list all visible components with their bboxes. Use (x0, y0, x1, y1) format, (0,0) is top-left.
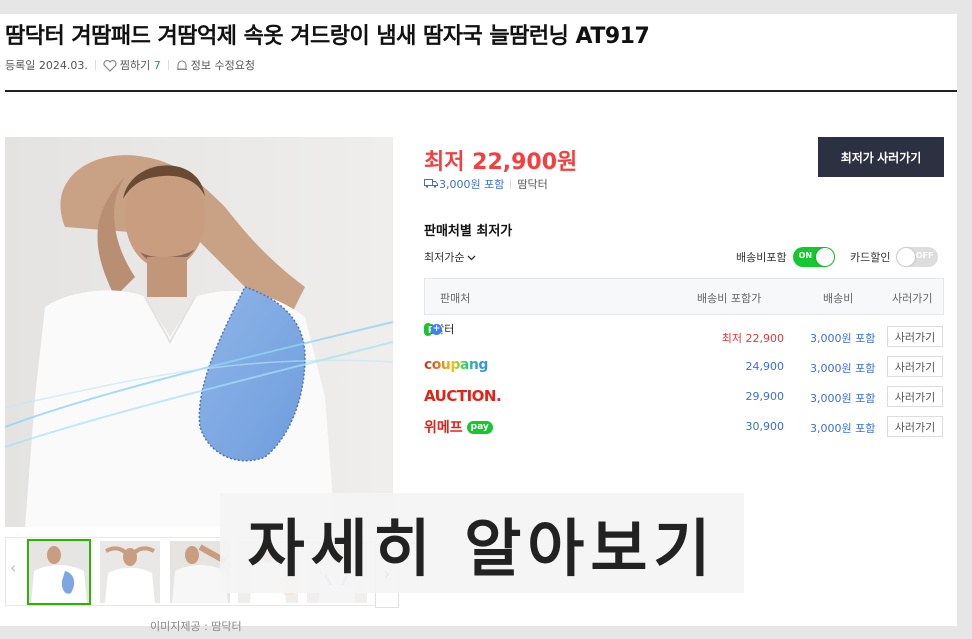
registered-date: 등록일 2024.03. (5, 59, 88, 72)
toggle-knob (897, 248, 916, 266)
page-margin (957, 0, 972, 639)
divider (510, 179, 512, 189)
thumbnail-1[interactable] (27, 539, 91, 605)
seller-table-header: 판매처 배송비 포함가 배송비 사러가기 (424, 278, 944, 315)
pay-label: pay (470, 422, 489, 432)
column-shipping: 배송비 (823, 292, 854, 305)
shipping-fee: 3,000원 포함 (439, 178, 505, 191)
wishlist-count: 7 (153, 59, 161, 72)
plus-icon: + (431, 323, 442, 335)
report-label: 정보 수정요청 (190, 59, 255, 72)
wishlist-button[interactable]: 찜하기 7 (103, 57, 161, 73)
seller-name: 위메프 (424, 420, 463, 436)
learn-more-overlay[interactable]: 자세히 알아보기 (220, 493, 744, 593)
divider (94, 60, 96, 70)
thumbnail-image (29, 541, 89, 603)
row-shipping: 3,000원 포함 (810, 422, 876, 435)
table-row: AUCTION. 29,900 3,000원 포함 사러가기 (424, 386, 944, 408)
column-seller: 판매처 (440, 292, 471, 305)
row-buy-button[interactable]: 사러가기 (887, 326, 943, 347)
row-price: 24,900 (745, 360, 785, 373)
shipping-toggle-label: 배송비포함 (736, 251, 787, 264)
column-price: 배송비 포함가 (697, 292, 762, 305)
lowest-price: 최저 22,900원 (424, 150, 578, 175)
product-photo (5, 137, 393, 527)
shipping-info: 3,000원 포함 땀닥터 (424, 176, 548, 192)
buy-lowest-button[interactable]: 최저가 사러가기 (818, 137, 944, 177)
image-credit: 이미지제공 : 땀닥터 (150, 620, 242, 633)
shipping-toggle-group: 배송비포함 ON (736, 247, 835, 267)
truck-icon (424, 178, 438, 191)
shipping-included-toggle[interactable]: ON (792, 247, 835, 267)
bell-icon (176, 60, 187, 71)
seller-logo-wemakeprice[interactable]: 위메프 pay (424, 417, 493, 437)
sort-dropdown[interactable]: 최저가순 (424, 249, 476, 265)
row-shipping: 3,000원 포함 (810, 332, 876, 345)
row-price: 29,900 (745, 390, 785, 403)
table-row: coupang 24,900 3,000원 포함 사러가기 (424, 356, 944, 378)
report-button[interactable]: 정보 수정요청 (176, 57, 255, 73)
seller-logo-auction[interactable]: AUCTION. (424, 387, 502, 405)
seller-section-title: 판매처별 최저가 (424, 224, 513, 239)
page: 땀닥터 겨땀패드 겨땀억제 속옷 겨드랑이 냄새 땀자국 늘땀런닝 AT917 … (0, 0, 972, 639)
toggle-state: OFF (915, 251, 934, 260)
card-toggle-group: 카드할인 OFF (850, 247, 939, 267)
naver-pay-badge: pay+ (424, 322, 446, 336)
column-buy: 사러가기 (892, 292, 933, 305)
product-main-image[interactable] (5, 137, 393, 527)
row-buy-button[interactable]: 사러가기 (887, 356, 943, 377)
wishlist-label: 찜하기 (119, 59, 151, 72)
card-toggle-label: 카드할인 (850, 251, 891, 264)
chevron-down-icon (467, 251, 476, 264)
product-title: 땀닥터 겨땀패드 겨땀억제 속옷 겨드랑이 냄새 땀자국 늘땀런닝 AT917 (5, 24, 650, 49)
seller-name: coupang (424, 357, 488, 373)
row-price: 30,900 (745, 420, 785, 433)
table-row: 위메프 pay 30,900 3,000원 포함 사러가기 (424, 416, 944, 438)
row-price: 최저 22,900 (721, 332, 784, 345)
thumbnail-image (100, 541, 160, 603)
seller-name: AUCTION. (424, 387, 502, 405)
header-divider (5, 90, 972, 92)
learn-more-text: 자세히 알아보기 (247, 512, 717, 585)
row-shipping: 3,000원 포함 (810, 392, 876, 405)
seller-logo-coupang[interactable]: coupang (424, 357, 488, 373)
thumbnail-2[interactable] (100, 541, 160, 603)
naver-pay-badge: pay (466, 420, 493, 434)
table-row: 땀닥터 pay+ 최저 22,900 3,000원 포함 사러가기 (424, 322, 944, 348)
row-shipping: 3,000원 포함 (810, 362, 876, 375)
row-buy-button[interactable]: 사러가기 (887, 416, 943, 437)
thumbnail-prev-icon[interactable]: ‹ (10, 558, 16, 577)
card-discount-toggle[interactable]: OFF (896, 247, 939, 267)
heart-icon (103, 60, 117, 72)
seller-name[interactable]: 땀닥터 (517, 176, 547, 192)
product-meta: 등록일 2024.03. 찜하기 7 정보 수정요청 (5, 57, 255, 73)
toggle-knob (815, 248, 834, 266)
divider (167, 60, 169, 70)
toggle-state: ON (798, 251, 813, 260)
sort-label: 최저가순 (424, 251, 465, 264)
row-buy-button[interactable]: 사러가기 (887, 386, 943, 407)
